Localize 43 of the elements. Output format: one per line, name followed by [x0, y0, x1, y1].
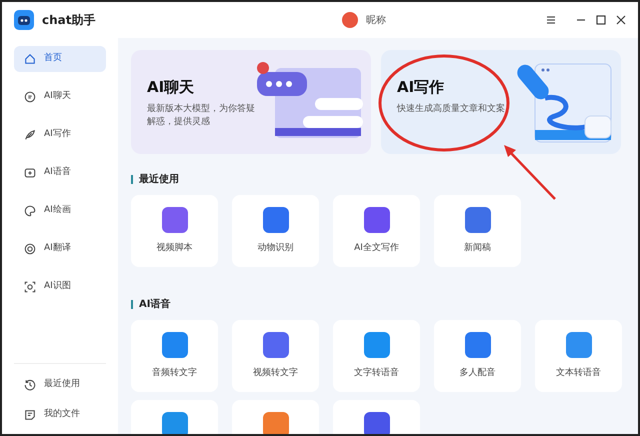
- tool-tile[interactable]: 音频转文字: [131, 320, 218, 392]
- sidebar-item[interactable]: 首页: [14, 46, 106, 72]
- palette-icon: [24, 205, 36, 217]
- banner-description: 快速生成高质量文章和文案: [397, 102, 506, 116]
- feature-banner[interactable]: AI写作 快速生成高质量文章和文案: [381, 50, 621, 154]
- scan-icon: [24, 281, 36, 293]
- sidebar-item[interactable]: 最近使用: [14, 374, 106, 396]
- sidebar-item[interactable]: AI绘画: [14, 198, 106, 224]
- avatar[interactable]: [342, 12, 358, 28]
- window-title: chat助手: [42, 12, 96, 29]
- tool-tile[interactable]: 视频脚本: [131, 195, 218, 267]
- tool-tile[interactable]: 新闻稿: [434, 195, 521, 267]
- sidebar-item[interactable]: AI识图: [14, 274, 106, 300]
- menu-icon[interactable]: [546, 15, 556, 25]
- tool-tile[interactable]: 文字转语音: [333, 320, 420, 392]
- maximize-icon[interactable]: [596, 15, 606, 25]
- history-icon: [24, 379, 36, 391]
- target-icon: [24, 243, 36, 255]
- document-icon: [24, 409, 36, 421]
- banner-title: AI写作: [397, 77, 446, 98]
- close-icon[interactable]: [616, 15, 626, 25]
- chat-bubble-icon: [24, 91, 36, 103]
- tool-tile[interactable]: 文本转语音: [535, 320, 622, 392]
- sidebar-item[interactable]: AI聊天: [14, 84, 106, 110]
- tool-tile[interactable]: AI全文写作: [333, 195, 420, 267]
- feather-icon: [24, 129, 36, 141]
- tool-tile[interactable]: 动物识别: [232, 195, 319, 267]
- sidebar-item[interactable]: AI写作: [14, 122, 106, 148]
- banner-description: 最新版本大模型，为你答疑解惑，提供灵感: [147, 102, 256, 128]
- user-name[interactable]: 昵称: [366, 12, 386, 28]
- banner-title: AI聊天: [147, 77, 196, 98]
- sidebar-item[interactable]: 我的文件: [14, 404, 106, 426]
- speech-icon: [24, 167, 36, 179]
- sidebar-item[interactable]: AI语音: [14, 160, 106, 186]
- section-title: 最近使用: [139, 172, 179, 187]
- tool-tile[interactable]: 视频转文字: [232, 320, 319, 392]
- home-icon: [24, 53, 36, 65]
- tool-tile[interactable]: 多人配音: [434, 320, 521, 392]
- feature-banner[interactable]: AI聊天 最新版本大模型，为你答疑解惑，提供灵感: [131, 50, 371, 154]
- section-title: AI语音: [139, 297, 170, 312]
- annotation-arrow: [504, 145, 556, 200]
- sidebar-item[interactable]: AI翻译: [14, 236, 106, 262]
- robot-logo-icon: [14, 10, 34, 30]
